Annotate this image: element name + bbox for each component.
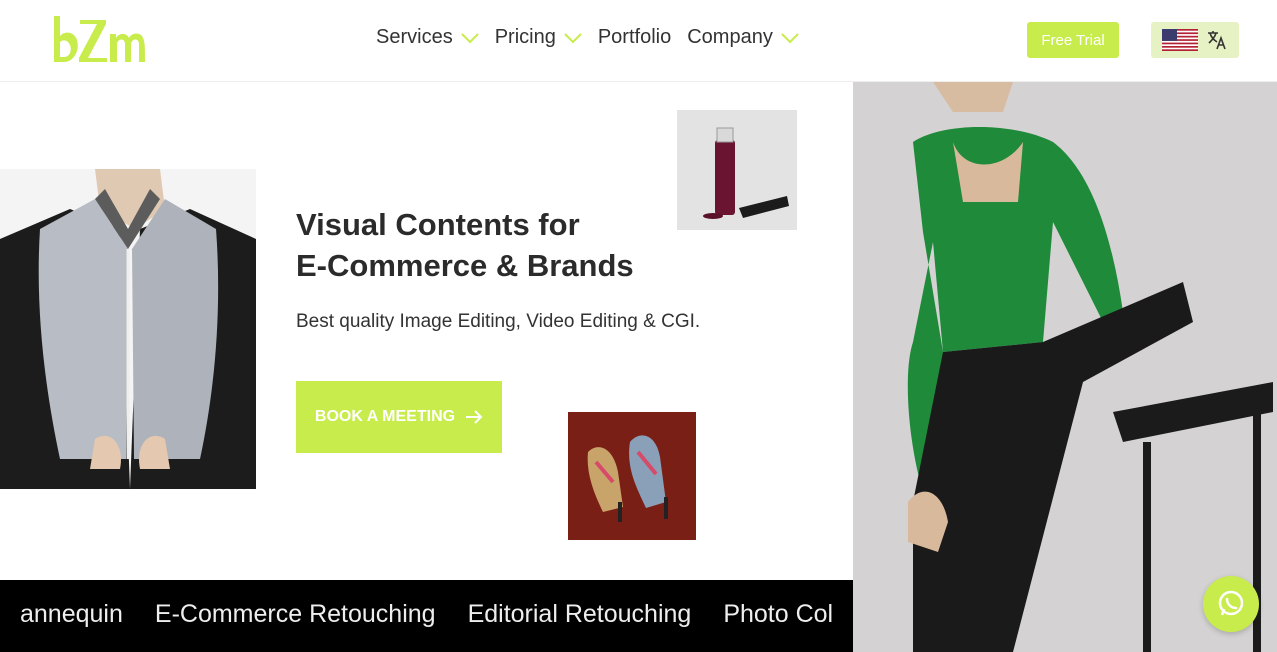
nav-portfolio[interactable]: Portfolio	[598, 26, 671, 49]
nav-services-label: Services	[376, 26, 453, 48]
nav-pricing[interactable]: Pricing	[495, 26, 582, 49]
chevron-down-icon	[781, 32, 799, 43]
heels-product-photo	[568, 412, 696, 540]
hero-title: Visual Contents for E-Commerce & Brands	[296, 204, 676, 286]
chevron-down-icon	[460, 32, 479, 43]
main-nav: Services Pricing Portfolio Company	[376, 26, 815, 49]
green-top-model-photo	[853, 82, 1277, 652]
vest-model-photo	[0, 169, 256, 489]
marquee-item: Photo Col	[723, 600, 834, 628]
marquee-track: annequin E-Commerce Retouching Editorial…	[20, 600, 833, 629]
nav-company-label: Company	[687, 26, 773, 48]
marquee-item: Editorial Retouching	[467, 600, 692, 628]
book-meeting-button[interactable]: BOOK A MEETING	[296, 381, 502, 453]
translate-icon	[1208, 31, 1226, 50]
arrow-right-icon	[466, 410, 483, 424]
hero-title-line1: Visual Contents for	[296, 207, 580, 242]
nav-company[interactable]: Company	[687, 26, 799, 49]
whatsapp-chat-button[interactable]	[1203, 576, 1259, 632]
brand-logo[interactable]	[50, 14, 160, 66]
book-meeting-label: BOOK A MEETING	[314, 408, 456, 425]
services-marquee: annequin E-Commerce Retouching Editorial…	[0, 580, 853, 652]
nav-pricing-label: Pricing	[494, 26, 556, 48]
whatsapp-icon	[1218, 590, 1244, 616]
hero-title-line2: E-Commerce & Brands	[296, 248, 634, 283]
nav-portfolio-label: Portfolio	[597, 26, 672, 48]
chevron-down-icon	[564, 32, 582, 43]
site-header: Services Pricing Portfolio Company Free …	[0, 0, 1277, 82]
marquee-item: annequin	[20, 600, 123, 628]
us-flag-icon	[1162, 29, 1198, 51]
hero-subtitle: Best quality Image Editing, Video Editin…	[296, 311, 701, 332]
free-trial-button[interactable]: Free Trial	[1027, 22, 1119, 58]
marquee-item: E-Commerce Retouching	[154, 600, 436, 628]
nav-services[interactable]: Services	[376, 26, 479, 49]
lipstick-product-photo	[677, 110, 797, 230]
language-selector[interactable]	[1151, 22, 1239, 58]
